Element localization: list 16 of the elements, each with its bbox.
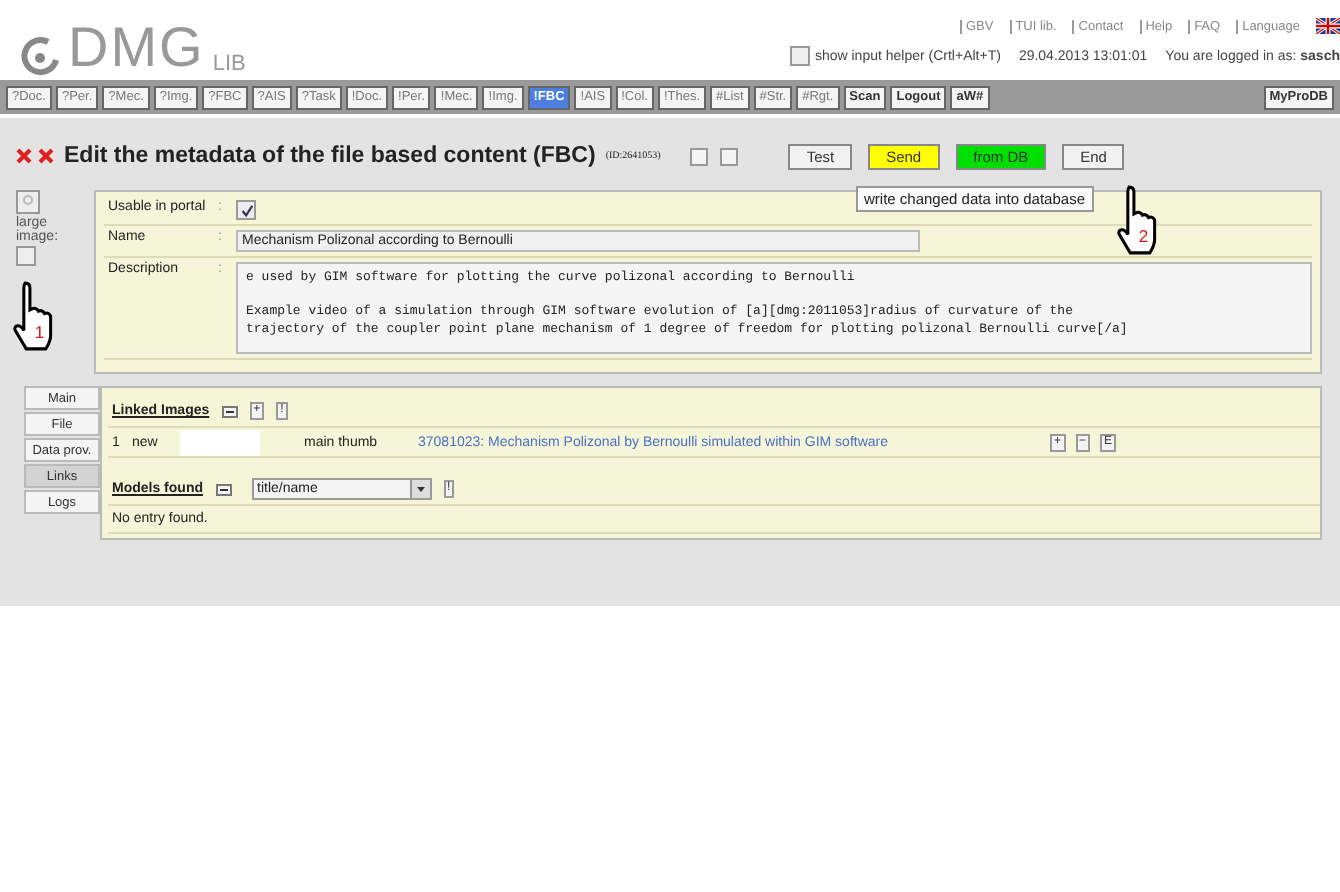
- close-icon: [38, 148, 54, 164]
- logo-text: DMG: [68, 20, 205, 76]
- flag-icon: [1316, 18, 1340, 34]
- logo-subtext: LIB: [212, 52, 246, 76]
- collapse-icon: [215, 483, 231, 495]
- portal-checkbox[interactable]: [236, 200, 256, 220]
- logo-icon: [20, 36, 60, 76]
- thumbnail-placeholder: [180, 429, 260, 455]
- page-title: Edit the metadata of the file based content (FBC): [64, 144, 596, 168]
- helper-checkbox[interactable]: [790, 46, 811, 66]
- close-icon: [16, 148, 32, 164]
- image-icon: [16, 190, 40, 214]
- dropdown-icon: [409, 480, 429, 498]
- large-image-checkbox[interactable]: [16, 246, 36, 266]
- checkmark-icon: [239, 203, 253, 217]
- collapse-icon: [221, 405, 238, 417]
